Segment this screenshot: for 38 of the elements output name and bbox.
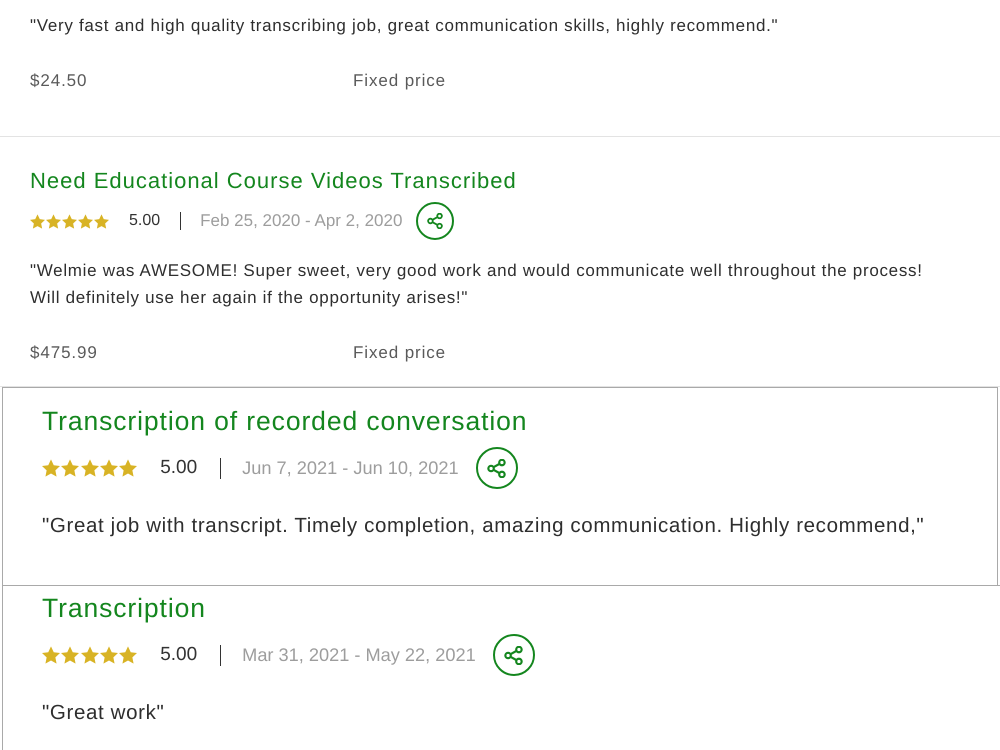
price-amount: $475.99 [30, 343, 98, 362]
rating-value: 5.00 [129, 212, 160, 230]
star-icon [80, 459, 99, 477]
share-icon [504, 646, 524, 664]
price-amount: $24.50 [30, 71, 88, 90]
share-button[interactable] [476, 447, 518, 489]
star-icon [42, 646, 60, 664]
job-title: Transcription [42, 592, 206, 624]
review-quote: "Welmie was AWESOME! Super sweet, very good work and would communicate well throughout the process! Will definitely use her again if the opportunity arises!" [30, 260, 924, 309]
star-icon [78, 214, 93, 228]
share-button[interactable] [416, 202, 454, 240]
star-icon [94, 214, 109, 228]
share-icon [427, 213, 444, 229]
star-icon [61, 459, 80, 477]
star-icon [62, 214, 77, 228]
review-quote: "Great work" [42, 700, 166, 726]
price-type: Fixed price [353, 342, 446, 364]
date-range: Jun 7, 2021 - Jun 10, 2021 [242, 458, 459, 478]
star-icon [119, 459, 138, 477]
star-icon [119, 646, 138, 664]
job-title: Need Educational Course Videos Transcribed [30, 167, 517, 195]
review-quote: "Great job with transcript. Timely completion, amazing communication. Highly recommend," [42, 513, 926, 539]
price-type: Fixed price [353, 70, 446, 92]
star-icon [46, 214, 61, 228]
star-icon [61, 646, 80, 664]
job-title: Transcription of recorded conversation [42, 405, 528, 437]
star-icon [30, 214, 45, 228]
review-quote: "Very fast and high quality transcribing job, great communication skills, highly recommend." [30, 15, 780, 37]
date-range: Feb 25, 2020 - Apr 2, 2020 [200, 211, 402, 231]
share-button[interactable] [492, 634, 535, 676]
rating-value: 5.00 [160, 457, 198, 479]
rating-value: 5.00 [160, 644, 198, 666]
star-icon [100, 646, 118, 664]
date-range: Mar 31, 2021 - May 22, 2021 [242, 644, 476, 666]
star-icon [100, 459, 118, 477]
share-icon [487, 458, 506, 478]
star-icon [80, 646, 99, 664]
star-icon [42, 459, 60, 477]
